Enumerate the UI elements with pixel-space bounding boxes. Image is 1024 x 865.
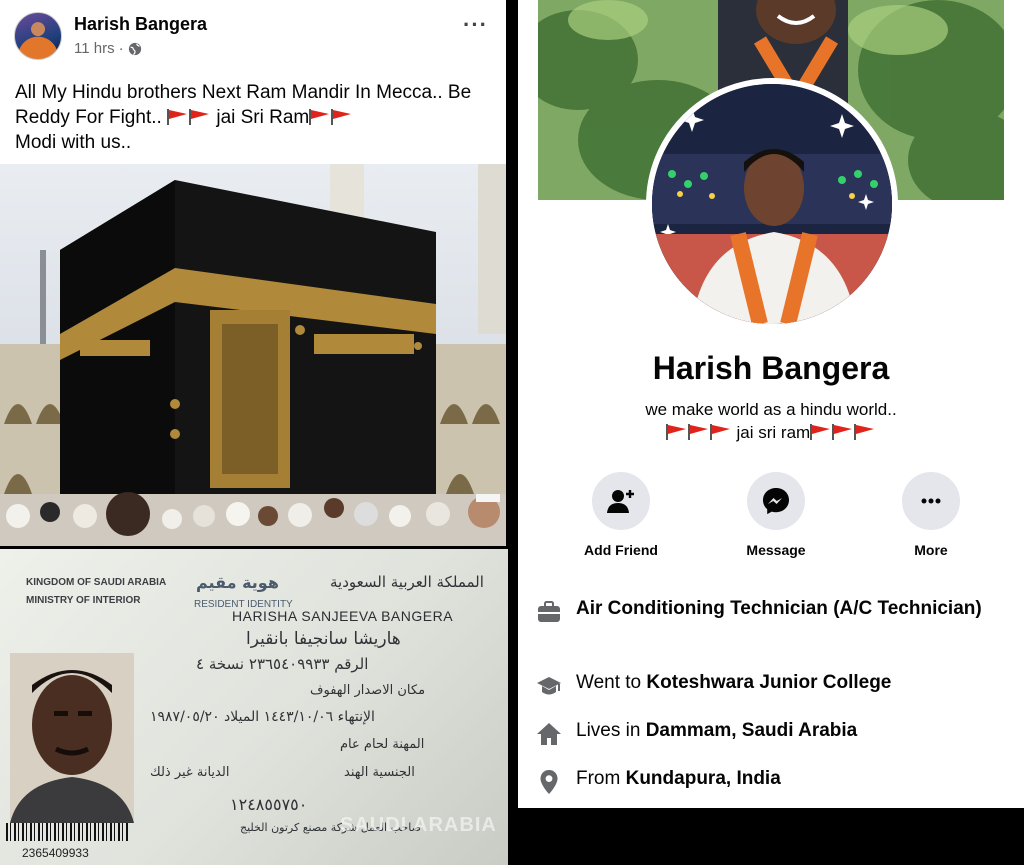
more-button[interactable]: More — [876, 472, 986, 558]
flag-icon — [687, 424, 708, 440]
flag-icon — [189, 109, 210, 125]
profile-actions: Add Friend Message More — [566, 472, 986, 562]
facebook-profile: Harish Bangera we make world as a hindu … — [518, 0, 1024, 808]
from-text: From Kundapura, India — [576, 766, 781, 791]
post-text: All My Hindu brothers Next Ram Mandir In… — [15, 80, 494, 155]
flag-icon — [665, 424, 686, 440]
id-holder-name: HARISHA SANJEEVA BANGERA — [232, 608, 454, 624]
work-title: Air Conditioning Technician (A/C Technic… — [576, 598, 982, 619]
profile-bio-line2: jai sri ram — [518, 421, 1024, 444]
flag-icon — [309, 109, 330, 125]
meta-separator: · — [118, 40, 124, 57]
id-arabic-title-left: هوية مقيم — [196, 573, 279, 592]
message-button[interactable]: Message — [721, 472, 831, 558]
globe-icon — [128, 42, 141, 55]
profile-bio: we make world as a hindu world.. jai sri… — [518, 398, 1024, 444]
id-arabic-employer-number: ١٢٤٨٥٥٧٥٠ — [230, 795, 308, 814]
post-text-line3: Modi with us.. — [15, 132, 132, 153]
briefcase-icon — [538, 601, 560, 622]
kaaba-photo — [0, 164, 506, 546]
id-arabic-title-right: المملكة العربية السعودية — [330, 573, 484, 591]
flag-icon — [331, 109, 352, 125]
from-prefix: From — [576, 768, 621, 789]
message-label: Message — [746, 542, 806, 558]
post-text-line2b: jai Sri Ram — [216, 107, 310, 128]
bio-jai-sri-ram: jai sri ram — [736, 423, 811, 442]
add-friend-label: Add Friend — [584, 542, 658, 558]
work-row[interactable]: Air Conditioning Technician (A/C Technic… — [536, 596, 1006, 625]
resident-id-card-photo: KINGDOM OF SAUDI ARABIA MINISTRY OF INTE… — [0, 549, 508, 865]
id-portrait — [10, 653, 134, 823]
add-friend-button[interactable]: Add Friend — [566, 472, 676, 558]
education-prefix: Went to — [576, 672, 642, 693]
post-options-button[interactable]: ··· — [463, 12, 488, 38]
from-location: Kundapura, India — [625, 768, 781, 789]
from-row[interactable]: From Kundapura, India — [536, 766, 1006, 795]
lives-location: Dammam, Saudi Arabia — [645, 720, 858, 741]
work-text: Air Conditioning Technician (A/C Technic… — [576, 596, 982, 621]
id-arabic-profession: المهنة لحام عام — [340, 737, 425, 752]
profile-bio-line1: we make world as a hindu world.. — [645, 400, 897, 419]
home-icon — [537, 723, 561, 745]
more-button-circle — [902, 472, 960, 530]
profile-picture[interactable] — [646, 78, 898, 330]
flag-icon — [810, 424, 831, 440]
more-label: More — [914, 542, 948, 558]
more-dots-icon — [921, 498, 941, 504]
add-friend-icon — [607, 490, 634, 513]
poster-avatar[interactable] — [14, 12, 62, 60]
flag-icon — [167, 109, 188, 125]
messenger-icon — [763, 488, 789, 515]
id-barcode — [6, 823, 130, 841]
id-arabic-issue-place: مكان الاصدار الهفوف — [310, 683, 426, 698]
id-arabic-number-row: الرقم ٢٣٦٥٤٠٩٩٣٣ نسخة ٤ — [196, 655, 369, 673]
id-arabic-expiry-row: الإنتهاء ١٤٤٣/١٠/٠٦ الميلاد ١٩٨٧/٠٥/٢٠ — [150, 709, 375, 725]
message-button-circle — [747, 472, 805, 530]
id-country-label: KINGDOM OF SAUDI ARABIA — [26, 577, 167, 588]
post-header: Harish Bangera 11 hrs · ··· — [14, 12, 492, 62]
lives-row[interactable]: Lives in Dammam, Saudi Arabia — [536, 718, 1006, 747]
education-text: Went to Koteshwara Junior College — [576, 670, 891, 695]
poster-name[interactable]: Harish Bangera — [74, 14, 207, 35]
post-text-line1: All My Hindu brothers Next Ram Mandir In… — [15, 82, 472, 103]
lives-text: Lives in Dammam, Saudi Arabia — [576, 718, 857, 743]
post-timestamp[interactable]: 11 hrs — [74, 40, 115, 57]
flag-icon — [832, 424, 853, 440]
education-school: Koteshwara Junior College — [646, 672, 892, 693]
id-arabic-nationality: الجنسية الهند — [344, 765, 415, 780]
id-barcode-number: 2365409933 — [22, 846, 89, 860]
id-watermark: SAUDI ARABIA — [340, 814, 497, 836]
location-pin-icon — [540, 770, 558, 794]
flag-icon — [709, 424, 730, 440]
post-text-line2a: Reddy For Fight.. — [15, 107, 162, 128]
id-ministry-label: MINISTRY OF INTERIOR — [26, 595, 141, 606]
post-meta: 11 hrs · — [74, 40, 142, 57]
add-friend-button-circle — [592, 472, 650, 530]
lives-prefix: Lives in — [576, 720, 641, 741]
facebook-post: Harish Bangera 11 hrs · ··· All My Hindu… — [0, 0, 506, 546]
flag-icon — [854, 424, 875, 440]
post-photo[interactable] — [0, 164, 506, 546]
profile-name: Harish Bangera — [652, 350, 890, 386]
id-arabic-religion: الديانة غير ذلك — [150, 765, 230, 780]
education-row[interactable]: Went to Koteshwara Junior College — [536, 670, 1006, 699]
id-arabic-name: هاريشا سانجيفا بانقيرا — [246, 629, 401, 649]
graduation-cap-icon — [537, 677, 561, 695]
